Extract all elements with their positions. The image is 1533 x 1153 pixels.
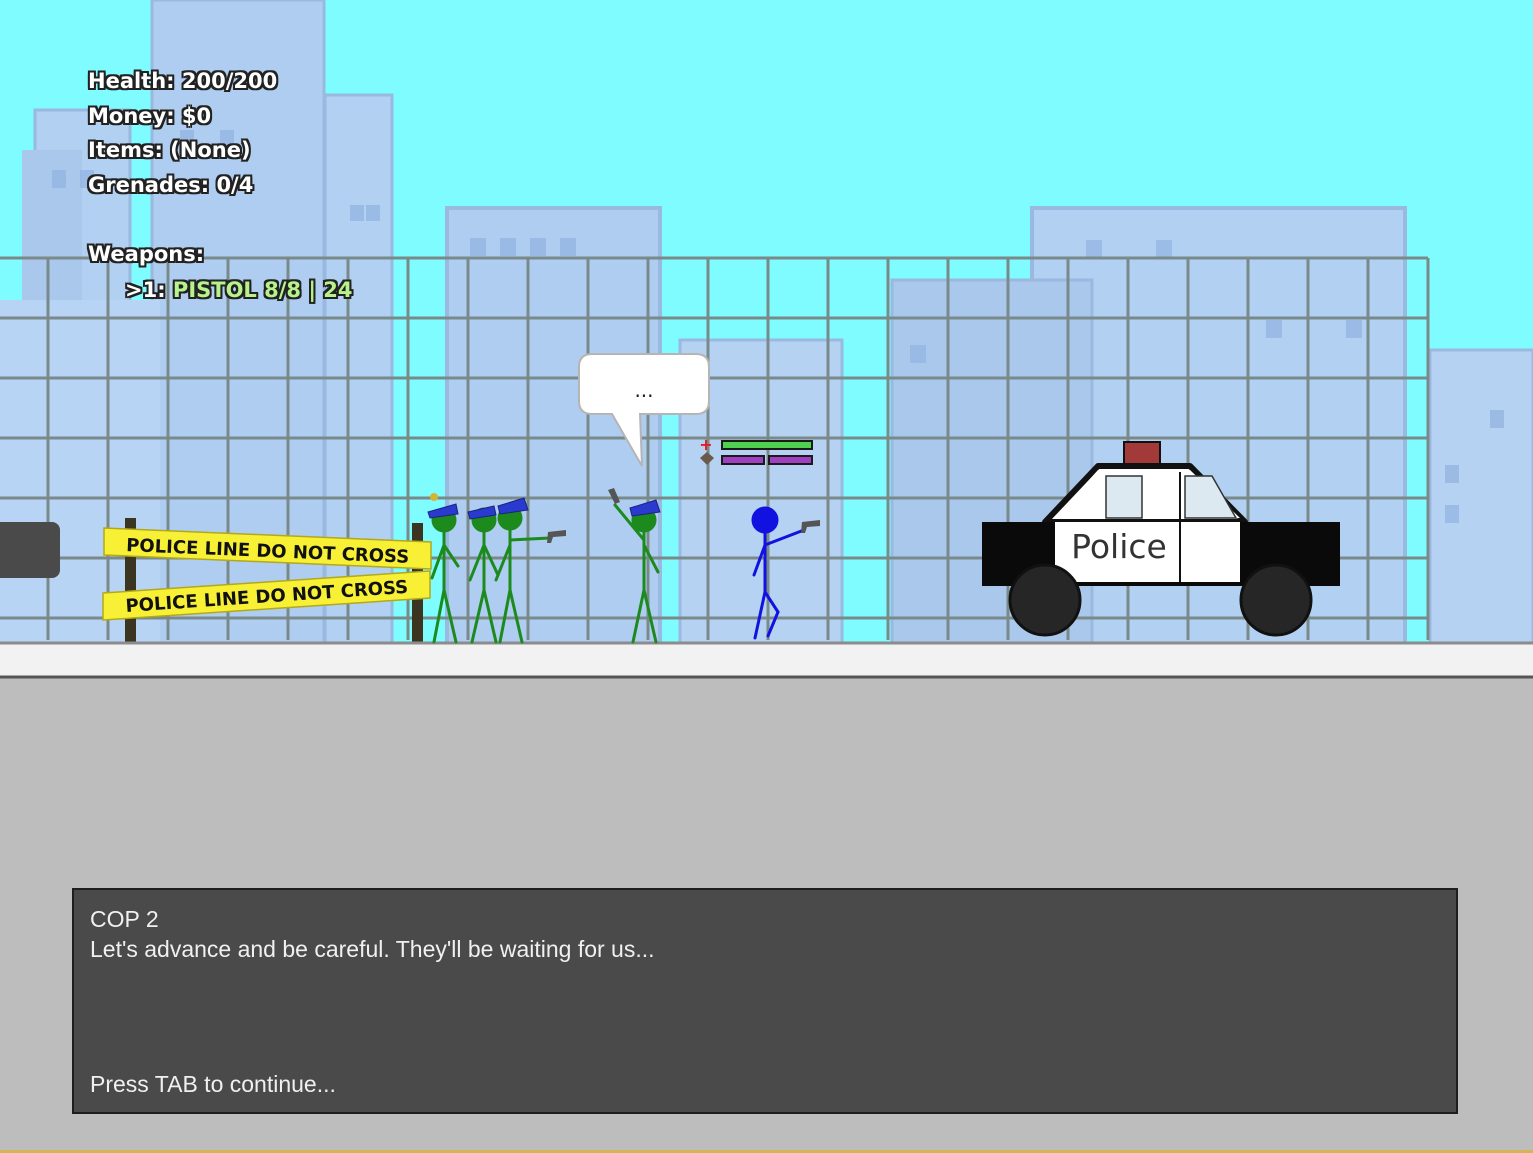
hud-items: Items: (None) <box>88 138 251 162</box>
hud-weapons-header: Weapons: <box>88 241 205 266</box>
hud-weapon-slot: >1: PISTOL 8/8 | 24 <box>125 273 353 308</box>
hud-grenades: Grenades: 0/4 <box>88 172 254 197</box>
car-wheel <box>1008 563 1082 637</box>
sidewalk <box>0 643 1533 676</box>
dialog-continue-prompt: Press TAB to continue... <box>90 1071 336 1097</box>
hud-money: Money: $0 <box>88 103 212 128</box>
hud-weapon-name: PISTOL 8/8 | 24 <box>172 278 353 302</box>
dialog-box[interactable]: COP 2 Let's advance and be careful. They… <box>72 888 1458 1114</box>
police-car-label: Police <box>1071 527 1167 566</box>
speech-bubble-text: ... <box>634 378 653 402</box>
dialog-line: Let's advance and be careful. They'll be… <box>90 936 655 962</box>
health-cross-icon: + <box>699 435 712 454</box>
hud-panel: Health: 200/200 Money: $0 Items: (None) … <box>88 64 353 308</box>
hud-weapon-prefix: >1: <box>125 278 173 302</box>
dialog-speaker: COP 2 <box>90 906 159 932</box>
player-health-bar <box>723 442 811 448</box>
hud-health: Health: 200/200 <box>88 69 278 93</box>
barrier-block <box>0 522 60 578</box>
car-wheel <box>1239 563 1313 637</box>
